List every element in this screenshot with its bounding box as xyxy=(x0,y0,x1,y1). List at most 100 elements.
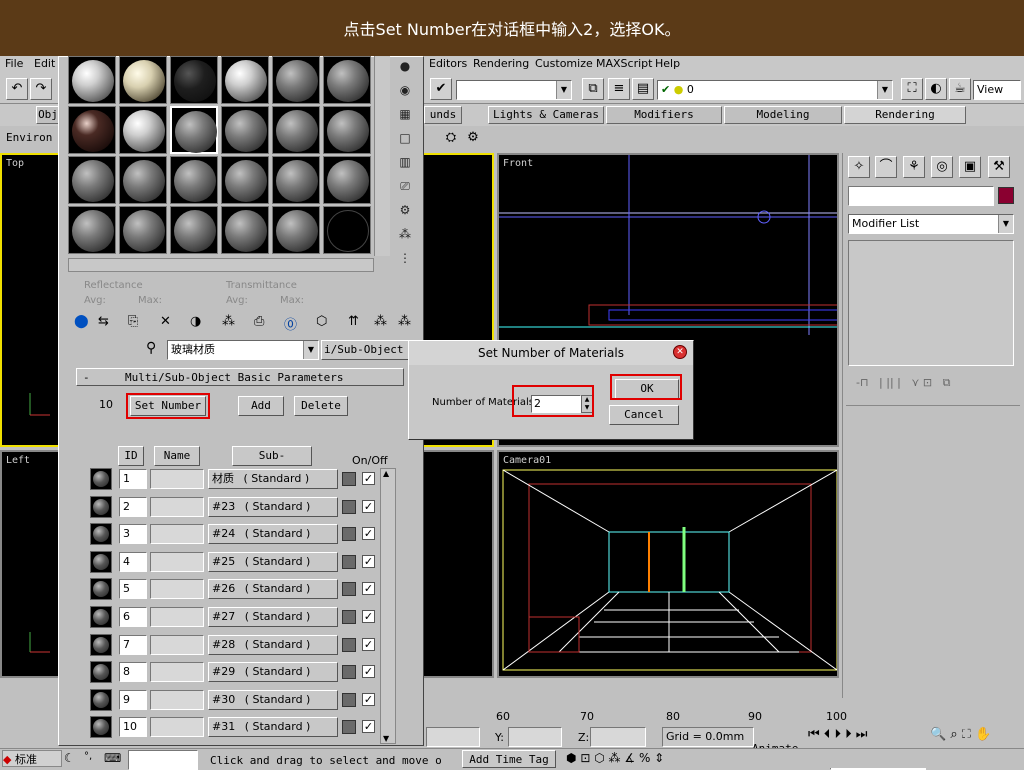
viewport-camera[interactable]: Camera01 xyxy=(497,450,839,678)
get-material-icon[interactable]: ⬤ xyxy=(74,314,89,329)
material-slot-4[interactable] xyxy=(221,56,269,104)
pan-icon[interactable]: ✋ xyxy=(975,727,991,742)
material-effects-channel-icon[interactable]: ⎙ xyxy=(254,314,264,329)
submaterial-name-field[interactable] xyxy=(150,607,204,627)
submaterial-name-field[interactable] xyxy=(150,635,204,655)
modify-tab-icon[interactable]: ⌒ xyxy=(875,156,897,178)
go-forward-sibling-icon[interactable]: ⁂ xyxy=(374,314,387,329)
material-slot-8[interactable] xyxy=(119,106,167,154)
material-slot-24[interactable] xyxy=(323,206,371,254)
layer-dropdown[interactable]: ✔ ● 0 ▼ xyxy=(657,80,893,100)
absolute-mode-icon[interactable]: ⬡ xyxy=(594,751,604,765)
material-slot-9[interactable] xyxy=(170,106,218,154)
snap-toggle-icon[interactable]: ⁂ xyxy=(609,751,621,765)
submaterial-enabled-checkbox[interactable]: ✓ xyxy=(362,472,375,485)
submaterial-enabled-checkbox[interactable]: ✓ xyxy=(362,555,375,568)
menu-editors[interactable]: Editors xyxy=(429,57,467,70)
scroll-down-icon[interactable]: ▼ xyxy=(383,734,389,743)
submaterial-name-field[interactable] xyxy=(150,717,204,737)
submaterial-name-field[interactable] xyxy=(150,524,204,544)
background-checker-icon[interactable]: ▦ xyxy=(394,104,416,126)
menu-edit[interactable]: Edit xyxy=(34,57,55,70)
pick-from-object-icon[interactable]: ⁂ xyxy=(398,314,411,329)
submaterial-preview[interactable] xyxy=(90,578,112,600)
submaterial-button[interactable]: #28 ( Standard ) xyxy=(208,635,338,655)
material-name-dropdown[interactable]: 玻璃材质 ▼ xyxy=(167,340,319,360)
submaterial-color-swatch[interactable] xyxy=(342,582,356,596)
cancel-button[interactable]: Cancel xyxy=(609,405,679,425)
y-coordinate-field[interactable] xyxy=(508,727,562,747)
object-color-swatch[interactable] xyxy=(998,187,1014,204)
create-tab-icon[interactable]: ✧ xyxy=(848,156,870,178)
submaterial-button[interactable]: #26 ( Standard ) xyxy=(208,579,338,599)
layer-manager-icon[interactable]: ▤ xyxy=(632,78,654,100)
layer-list-icon[interactable]: ≡ xyxy=(608,78,630,100)
submaterial-id-field[interactable]: 7 xyxy=(119,635,147,655)
ime-keyboard-icon[interactable]: ⌨ xyxy=(104,751,121,765)
submaterial-enabled-checkbox[interactable]: ✓ xyxy=(362,693,375,706)
material-slot-13[interactable] xyxy=(68,156,116,204)
add-button[interactable]: Add xyxy=(238,396,284,416)
backlight-icon[interactable]: ◉ xyxy=(394,80,416,102)
show-map-in-viewport-icon[interactable]: ⓪ xyxy=(284,314,297,333)
percent-snap-icon[interactable]: % xyxy=(639,751,650,765)
submaterial-id-field[interactable]: 4 xyxy=(119,552,147,572)
ime-indicator[interactable]: ◆ 标准 xyxy=(2,750,62,767)
submaterial-enabled-checkbox[interactable]: ✓ xyxy=(362,582,375,595)
go-to-end-icon[interactable]: ⏭ xyxy=(856,727,868,742)
make-preview-icon[interactable]: ⎚ xyxy=(394,176,416,198)
material-slot-1[interactable] xyxy=(68,56,116,104)
submaterial-enabled-checkbox[interactable]: ✓ xyxy=(362,610,375,623)
material-slot-7[interactable] xyxy=(68,106,116,154)
spinner-snap-icon[interactable]: ⇕ xyxy=(654,751,664,765)
select-by-material-icon[interactable]: ⁂ xyxy=(394,224,416,246)
submaterial-preview[interactable] xyxy=(90,551,112,573)
submaterial-scrollbar[interactable]: ▲ ▼ xyxy=(380,468,396,744)
show-end-result-icon[interactable]: ⬡ xyxy=(316,314,327,329)
tab-environment[interactable]: Environ xyxy=(6,131,52,144)
material-slot-12[interactable] xyxy=(323,106,371,154)
submaterial-color-swatch[interactable] xyxy=(342,665,356,679)
submaterial-enabled-checkbox[interactable]: ✓ xyxy=(362,638,375,651)
submaterial-button[interactable]: #24 ( Standard ) xyxy=(208,524,338,544)
utilities-tab-icon[interactable]: ⚒ xyxy=(988,156,1010,178)
submaterial-name-field[interactable] xyxy=(150,552,204,572)
object-name-field[interactable] xyxy=(848,186,994,206)
ime-moon-icon[interactable]: ☾ xyxy=(64,751,75,765)
tab-modifiers[interactable]: Modifiers xyxy=(606,106,722,124)
submaterial-button[interactable]: 材质 ( Standard ) xyxy=(208,469,338,489)
submaterial-button[interactable]: #29 ( Standard ) xyxy=(208,662,338,682)
material-slot-15[interactable] xyxy=(170,156,218,204)
lock-selection-icon[interactable]: ⬢ xyxy=(566,751,576,765)
material-navigator-icon[interactable]: ⋮ xyxy=(394,248,416,270)
close-icon[interactable]: ✕ xyxy=(673,345,687,359)
submaterial-preview[interactable] xyxy=(90,606,112,628)
submaterial-button[interactable]: #23 ( Standard ) xyxy=(208,497,338,517)
submaterial-id-field[interactable]: 3 xyxy=(119,524,147,544)
submaterial-id-field[interactable]: 10 xyxy=(119,717,147,737)
submaterial-preview[interactable] xyxy=(90,523,112,545)
material-slot-11[interactable] xyxy=(272,106,320,154)
submaterial-id-field[interactable]: 9 xyxy=(119,690,147,710)
z-coordinate-field[interactable] xyxy=(590,727,646,747)
zoom-extents-icon[interactable]: ⛶ xyxy=(962,727,971,742)
name-column-header[interactable]: Name xyxy=(154,446,200,466)
hierarchy-tab-icon[interactable]: ⚘ xyxy=(903,156,925,178)
slots-vertical-scrollbar[interactable] xyxy=(374,56,390,256)
submaterial-enabled-checkbox[interactable]: ✓ xyxy=(362,527,375,540)
tab-boundaries[interactable]: unds xyxy=(424,106,462,124)
submaterial-name-field[interactable] xyxy=(150,497,204,517)
submaterial-button[interactable]: #30 ( Standard ) xyxy=(208,690,338,710)
material-slot-22[interactable] xyxy=(221,206,269,254)
selection-set-dropdown[interactable]: ▼ xyxy=(456,80,572,100)
add-time-tag-button[interactable]: Add Time Tag xyxy=(462,750,556,768)
named-selection-icon[interactable]: ⧉ xyxy=(582,78,604,100)
sample-uv-tiling-icon[interactable]: □ xyxy=(394,128,416,150)
menu-customize[interactable]: Customize xyxy=(535,57,593,70)
render-type-dropdown[interactable]: View xyxy=(973,80,1021,100)
options-icon[interactable]: ⚙ xyxy=(394,200,416,222)
id-column-header[interactable]: ID xyxy=(118,446,144,466)
tab-lights-cameras[interactable]: Lights & Cameras xyxy=(488,106,604,124)
schematic-view-icon[interactable]: ⛶ xyxy=(901,78,923,100)
material-slot-17[interactable] xyxy=(272,156,320,204)
